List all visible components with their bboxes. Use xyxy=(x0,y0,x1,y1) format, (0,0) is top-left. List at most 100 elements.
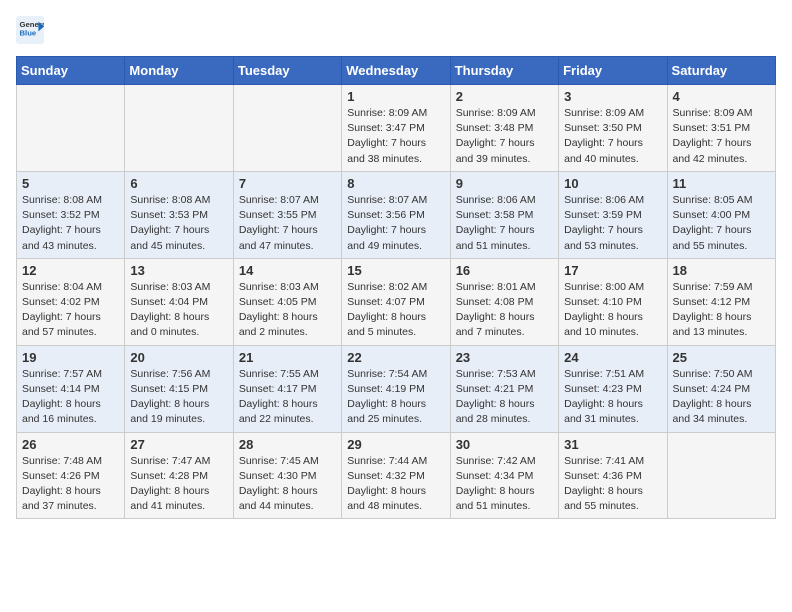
day-info: Sunrise: 8:00 AM Sunset: 4:10 PM Dayligh… xyxy=(564,280,661,341)
weekday-thursday: Thursday xyxy=(450,57,558,85)
day-number: 14 xyxy=(239,263,336,278)
day-number: 26 xyxy=(22,437,119,452)
calendar-week-4: 19 Sunrise: 7:57 AM Sunset: 4:14 PM Dayli… xyxy=(17,345,776,432)
calendar-cell: 30 Sunrise: 7:42 AM Sunset: 4:34 PM Dayli… xyxy=(450,432,558,519)
calendar-cell: 22 Sunrise: 7:54 AM Sunset: 4:19 PM Dayli… xyxy=(342,345,450,432)
day-info: Sunrise: 8:08 AM Sunset: 3:52 PM Dayligh… xyxy=(22,193,119,254)
day-info: Sunrise: 7:47 AM Sunset: 4:28 PM Dayligh… xyxy=(130,454,227,515)
day-info: Sunrise: 8:09 AM Sunset: 3:51 PM Dayligh… xyxy=(673,106,770,167)
day-info: Sunrise: 8:01 AM Sunset: 4:08 PM Dayligh… xyxy=(456,280,553,341)
day-number: 16 xyxy=(456,263,553,278)
calendar-cell: 19 Sunrise: 7:57 AM Sunset: 4:14 PM Dayli… xyxy=(17,345,125,432)
calendar-table: SundayMondayTuesdayWednesdayThursdayFrid… xyxy=(16,56,776,519)
calendar-cell: 11 Sunrise: 8:05 AM Sunset: 4:00 PM Dayli… xyxy=(667,171,775,258)
calendar-cell xyxy=(17,85,125,172)
day-number: 9 xyxy=(456,176,553,191)
day-number: 13 xyxy=(130,263,227,278)
calendar-cell: 3 Sunrise: 8:09 AM Sunset: 3:50 PM Daylig… xyxy=(559,85,667,172)
day-number: 10 xyxy=(564,176,661,191)
day-info: Sunrise: 8:06 AM Sunset: 3:58 PM Dayligh… xyxy=(456,193,553,254)
calendar-body: 1 Sunrise: 8:09 AM Sunset: 3:47 PM Daylig… xyxy=(17,85,776,519)
calendar-cell: 1 Sunrise: 8:09 AM Sunset: 3:47 PM Daylig… xyxy=(342,85,450,172)
logo: General Blue xyxy=(16,16,48,44)
day-number: 21 xyxy=(239,350,336,365)
day-number: 30 xyxy=(456,437,553,452)
day-number: 18 xyxy=(673,263,770,278)
day-number: 27 xyxy=(130,437,227,452)
day-number: 31 xyxy=(564,437,661,452)
calendar-cell: 13Sunrise: 8:03 AM Sunset: 4:04 PM Dayli… xyxy=(125,258,233,345)
day-number: 22 xyxy=(347,350,444,365)
day-info: Sunrise: 7:57 AM Sunset: 4:14 PM Dayligh… xyxy=(22,367,119,428)
calendar-cell xyxy=(667,432,775,519)
day-info: Sunrise: 8:09 AM Sunset: 3:47 PM Dayligh… xyxy=(347,106,444,167)
calendar-cell: 31 Sunrise: 7:41 AM Sunset: 4:36 PM Dayli… xyxy=(559,432,667,519)
calendar-cell: 25 Sunrise: 7:50 AM Sunset: 4:24 PM Dayli… xyxy=(667,345,775,432)
calendar-week-3: 12 Sunrise: 8:04 AM Sunset: 4:02 PM Dayli… xyxy=(17,258,776,345)
day-info: Sunrise: 7:48 AM Sunset: 4:26 PM Dayligh… xyxy=(22,454,119,515)
day-info: Sunrise: 7:56 AM Sunset: 4:15 PM Dayligh… xyxy=(130,367,227,428)
day-number: 24 xyxy=(564,350,661,365)
calendar-cell: 12 Sunrise: 8:04 AM Sunset: 4:02 PM Dayli… xyxy=(17,258,125,345)
weekday-header-row: SundayMondayTuesdayWednesdayThursdayFrid… xyxy=(17,57,776,85)
weekday-sunday: Sunday xyxy=(17,57,125,85)
day-info: Sunrise: 8:08 AM Sunset: 3:53 PM Dayligh… xyxy=(130,193,227,254)
day-number: 20 xyxy=(130,350,227,365)
weekday-wednesday: Wednesday xyxy=(342,57,450,85)
day-number: 28 xyxy=(239,437,336,452)
calendar-cell: 21 Sunrise: 7:55 AM Sunset: 4:17 PM Dayli… xyxy=(233,345,341,432)
calendar-cell: 16 Sunrise: 8:01 AM Sunset: 4:08 PM Dayli… xyxy=(450,258,558,345)
day-info: Sunrise: 8:03 AM Sunset: 4:05 PM Dayligh… xyxy=(239,280,336,341)
day-info: Sunrise: 8:05 AM Sunset: 4:00 PM Dayligh… xyxy=(673,193,770,254)
day-info: Sunrise: 8:06 AM Sunset: 3:59 PM Dayligh… xyxy=(564,193,661,254)
day-number: 8 xyxy=(347,176,444,191)
day-number: 7 xyxy=(239,176,336,191)
calendar-cell: 4Sunrise: 8:09 AM Sunset: 3:51 PM Daylig… xyxy=(667,85,775,172)
calendar-cell: 17Sunrise: 8:00 AM Sunset: 4:10 PM Dayli… xyxy=(559,258,667,345)
calendar-week-5: 26 Sunrise: 7:48 AM Sunset: 4:26 PM Dayli… xyxy=(17,432,776,519)
day-number: 29 xyxy=(347,437,444,452)
calendar-cell: 7 Sunrise: 8:07 AM Sunset: 3:55 PM Daylig… xyxy=(233,171,341,258)
calendar-cell xyxy=(125,85,233,172)
day-info: Sunrise: 8:04 AM Sunset: 4:02 PM Dayligh… xyxy=(22,280,119,341)
day-info: Sunrise: 7:42 AM Sunset: 4:34 PM Dayligh… xyxy=(456,454,553,515)
day-number: 15 xyxy=(347,263,444,278)
day-info: Sunrise: 7:50 AM Sunset: 4:24 PM Dayligh… xyxy=(673,367,770,428)
day-info: Sunrise: 8:09 AM Sunset: 3:50 PM Dayligh… xyxy=(564,106,661,167)
day-number: 25 xyxy=(673,350,770,365)
logo-icon: General Blue xyxy=(16,16,44,44)
day-info: Sunrise: 8:09 AM Sunset: 3:48 PM Dayligh… xyxy=(456,106,553,167)
day-number: 3 xyxy=(564,89,661,104)
calendar-week-2: 5 Sunrise: 8:08 AM Sunset: 3:52 PM Daylig… xyxy=(17,171,776,258)
calendar-cell: 28 Sunrise: 7:45 AM Sunset: 4:30 PM Dayli… xyxy=(233,432,341,519)
calendar-cell: 8Sunrise: 8:07 AM Sunset: 3:56 PM Daylig… xyxy=(342,171,450,258)
calendar-cell: 15 Sunrise: 8:02 AM Sunset: 4:07 PM Dayli… xyxy=(342,258,450,345)
day-info: Sunrise: 8:02 AM Sunset: 4:07 PM Dayligh… xyxy=(347,280,444,341)
day-info: Sunrise: 7:51 AM Sunset: 4:23 PM Dayligh… xyxy=(564,367,661,428)
calendar-cell: 23Sunrise: 7:53 AM Sunset: 4:21 PM Dayli… xyxy=(450,345,558,432)
calendar-cell: 14 Sunrise: 8:03 AM Sunset: 4:05 PM Dayli… xyxy=(233,258,341,345)
calendar-cell: 24 Sunrise: 7:51 AM Sunset: 4:23 PM Dayli… xyxy=(559,345,667,432)
calendar-cell: 9 Sunrise: 8:06 AM Sunset: 3:58 PM Daylig… xyxy=(450,171,558,258)
day-info: Sunrise: 7:55 AM Sunset: 4:17 PM Dayligh… xyxy=(239,367,336,428)
day-number: 12 xyxy=(22,263,119,278)
day-number: 6 xyxy=(130,176,227,191)
day-info: Sunrise: 7:44 AM Sunset: 4:32 PM Dayligh… xyxy=(347,454,444,515)
day-number: 11 xyxy=(673,176,770,191)
page-header: General Blue xyxy=(16,16,776,44)
calendar-cell: 10 Sunrise: 8:06 AM Sunset: 3:59 PM Dayli… xyxy=(559,171,667,258)
day-number: 5 xyxy=(22,176,119,191)
calendar-cell: 5 Sunrise: 8:08 AM Sunset: 3:52 PM Daylig… xyxy=(17,171,125,258)
day-info: Sunrise: 7:41 AM Sunset: 4:36 PM Dayligh… xyxy=(564,454,661,515)
day-info: Sunrise: 7:53 AM Sunset: 4:21 PM Dayligh… xyxy=(456,367,553,428)
day-info: Sunrise: 7:59 AM Sunset: 4:12 PM Dayligh… xyxy=(673,280,770,341)
day-info: Sunrise: 8:07 AM Sunset: 3:55 PM Dayligh… xyxy=(239,193,336,254)
calendar-week-1: 1 Sunrise: 8:09 AM Sunset: 3:47 PM Daylig… xyxy=(17,85,776,172)
weekday-saturday: Saturday xyxy=(667,57,775,85)
day-number: 19 xyxy=(22,350,119,365)
calendar-cell xyxy=(233,85,341,172)
weekday-monday: Monday xyxy=(125,57,233,85)
day-number: 1 xyxy=(347,89,444,104)
day-info: Sunrise: 7:45 AM Sunset: 4:30 PM Dayligh… xyxy=(239,454,336,515)
day-info: Sunrise: 7:54 AM Sunset: 4:19 PM Dayligh… xyxy=(347,367,444,428)
